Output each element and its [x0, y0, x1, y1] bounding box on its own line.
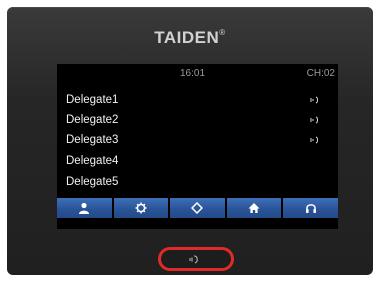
tab-home[interactable] — [226, 198, 282, 218]
delegate-row[interactable]: Delegate1 — [66, 91, 328, 109]
delegate-row[interactable]: Delegate3 — [66, 131, 328, 149]
tab-audio[interactable] — [283, 198, 338, 218]
speak-button[interactable] — [158, 247, 234, 271]
channel-indicator: CH:02 — [306, 68, 335, 79]
speaking-microphone-icon — [310, 136, 318, 144]
person-icon — [79, 202, 90, 214]
delegate-name: Delegate3 — [66, 134, 119, 146]
tab-delegates[interactable] — [57, 198, 112, 218]
brand-name: TAIDEN — [154, 28, 220, 47]
registered-mark: ® — [219, 28, 226, 37]
delegate-name: Delegate4 — [66, 155, 119, 167]
microphone-icon — [189, 255, 198, 263]
diamond-icon — [191, 202, 204, 214]
speaking-microphone-icon — [310, 116, 318, 124]
brand-logo: TAIDEN® — [7, 28, 373, 48]
lcd-screen: 16:01 CH:02 Delegate1 Delegate2 Delegate… — [57, 64, 338, 229]
delegate-name: Delegate5 — [66, 176, 119, 188]
tab-navigate[interactable] — [170, 198, 225, 218]
gear-icon — [135, 202, 147, 214]
delegate-row[interactable]: Delegate5 — [66, 173, 328, 191]
speaking-microphone-icon — [310, 96, 318, 104]
clock: 16:01 — [180, 68, 206, 79]
delegate-row[interactable]: Delegate4 — [66, 152, 328, 170]
delegate-name: Delegate2 — [66, 114, 119, 126]
conference-unit: TAIDEN® 16:01 CH:02 Delegate1 Delegate2 … — [7, 7, 373, 275]
home-icon — [248, 203, 260, 213]
function-tab-bar — [57, 198, 338, 218]
tab-settings[interactable] — [113, 198, 169, 218]
delegate-row[interactable]: Delegate2 — [66, 111, 328, 129]
delegate-name: Delegate1 — [66, 94, 119, 106]
headphones-icon — [305, 204, 316, 213]
